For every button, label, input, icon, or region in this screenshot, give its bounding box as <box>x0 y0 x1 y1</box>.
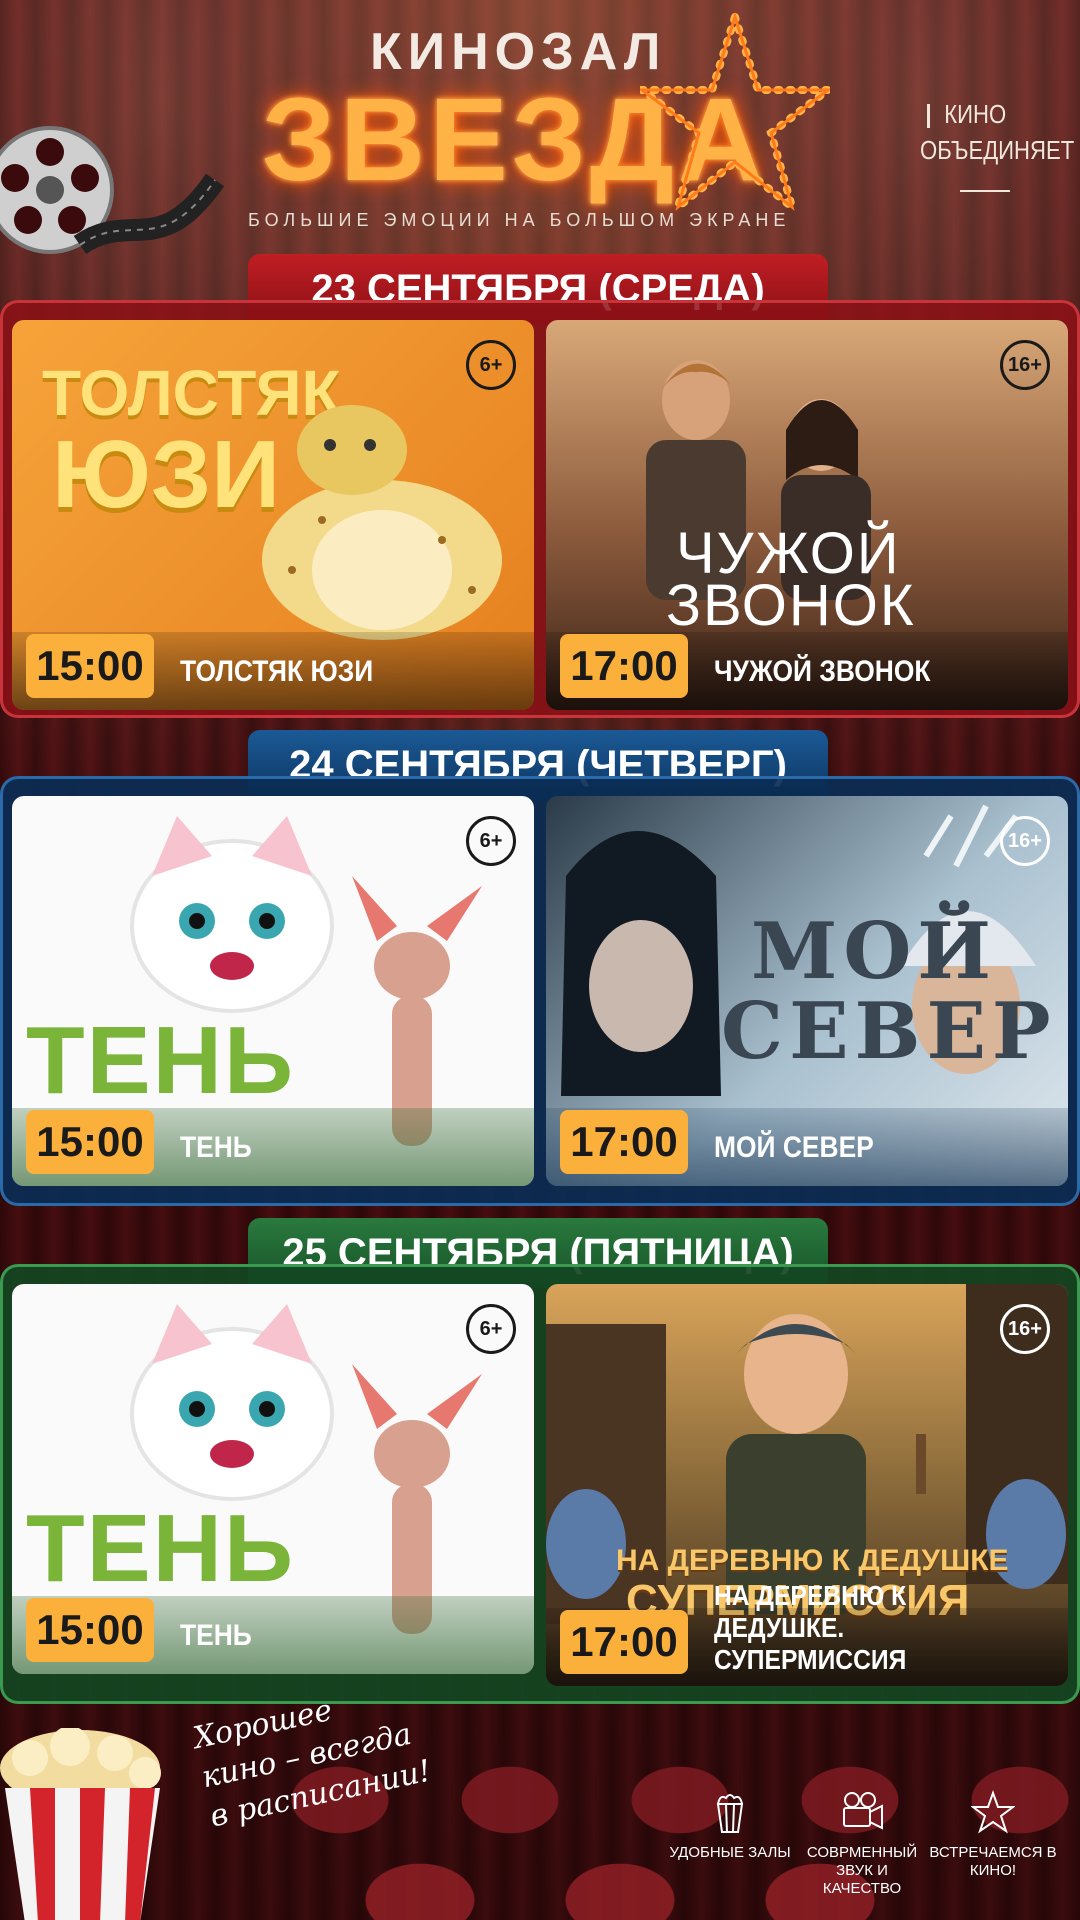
poster-title: ТЕНЬ <box>26 1006 295 1116</box>
movie-title: ТЕНЬ <box>180 1131 252 1164</box>
movie-title: ТЕНЬ <box>180 1619 252 1652</box>
poster-title-line-2: ЗВОНОК <box>666 573 916 638</box>
movie-card[interactable]: ЧУЖОЙ ЗВОНОК 16+ 17:00 ЧУЖОЙ ЗВОНОК <box>546 320 1068 710</box>
age-rating-badge: 16+ <box>1000 340 1050 390</box>
feature-sound: СОВРМЕННЫЙ ЗВУК И КАЧЕСТВО <box>797 1790 927 1898</box>
movie-title: МОЙ СЕВЕР <box>714 1131 874 1164</box>
movie-card[interactable]: ТЕНЬ 6+ 15:00 ТЕНЬ <box>12 1284 534 1674</box>
poster-title-line-2: СЕВЕР <box>721 986 1057 1077</box>
poster-title: ТЕНЬ <box>26 1494 295 1604</box>
slogan-underline <box>960 190 1010 192</box>
star-icon <box>971 1790 1015 1834</box>
showtime: 15:00 <box>26 1110 154 1174</box>
popcorn-bucket-icon <box>0 1728 161 1920</box>
showtime: 17:00 <box>560 1110 688 1174</box>
slogan: КИНО ОБЪЕДИНЯЕТ <box>920 96 1075 168</box>
movie-card[interactable]: НА ДЕРЕВНЮ К ДЕДУШКЕ СУПЕРМИССИЯ 16+ 17:… <box>546 1284 1068 1686</box>
poster-title-line-1: НА ДЕРЕВНЮ К ДЕДУШКЕ <box>616 1544 1009 1577</box>
age-rating-badge: 6+ <box>466 1304 516 1354</box>
cheetah-illustration <box>262 405 502 640</box>
showtime: 15:00 <box>26 634 154 698</box>
movie-card[interactable]: ТОЛСТЯК ЮЗИ 6+ 15:00 ТОЛСТЯК ЮЗИ <box>12 320 534 710</box>
footer: Хорошее кино – всегда в расписании! УДОБ… <box>0 1693 1080 1920</box>
movie-card[interactable]: ТЕНЬ 6+ 15:00 ТЕНЬ <box>12 796 534 1186</box>
age-rating-badge: 16+ <box>1000 816 1050 866</box>
poster-title-line-1: МОЙ <box>751 906 997 997</box>
film-reel-icon <box>0 126 225 255</box>
popcorn-icon <box>716 1794 744 1833</box>
age-rating-badge: 6+ <box>466 816 516 866</box>
feature-label: УДОБНЫЕ ЗАЛЫ <box>669 1844 791 1861</box>
feature-meet: ВСТРЕЧАЕМСЯ В КИНО! <box>928 1790 1058 1880</box>
poster-title-text: ТЕНЬ <box>26 1007 295 1114</box>
slogan-line-2: ОБЪЕДИНЯЕТ <box>920 135 1075 165</box>
poster-title-text: ТЕНЬ <box>26 1495 295 1602</box>
feature-label: ВСТРЕЧАЕМСЯ В КИНО! <box>929 1844 1057 1879</box>
showtime: 15:00 <box>26 1598 154 1662</box>
header: КИНОЗАЛ ЗВЕЗДА БОЛЬШИЕ ЭМОЦИИ НА БОЛЬШОМ… <box>0 0 1080 255</box>
movie-title: ЧУЖОЙ ЗВОНОК <box>714 655 931 688</box>
feature-label: СОВРМЕННЫЙ ЗВУК И КАЧЕСТВО <box>806 1844 918 1897</box>
age-rating-badge: 6+ <box>466 340 516 390</box>
showtime: 17:00 <box>560 1610 688 1674</box>
age-rating-badge: 16+ <box>1000 1304 1050 1354</box>
movie-title: НА ДЕРЕВНЮ К ДЕДУШКЕ. СУПЕРМИССИЯ <box>714 1580 907 1675</box>
star-logo-icon <box>640 12 830 212</box>
tagline: БОЛЬШИЕ ЭМОЦИИ НА БОЛЬШОМ ЭКРАНЕ <box>248 210 791 230</box>
movie-card[interactable]: МОЙ СЕВЕР 16+ 17:00 МОЙ СЕВЕР <box>546 796 1068 1186</box>
film-camera-icon <box>843 1792 883 1830</box>
slogan-line-1: КИНО <box>944 99 1007 129</box>
showtime: 17:00 <box>560 634 688 698</box>
movie-title: ТОЛСТЯК ЮЗИ <box>180 655 374 688</box>
feature-halls: УДОБНЫЕ ЗАЛЫ <box>665 1790 795 1862</box>
